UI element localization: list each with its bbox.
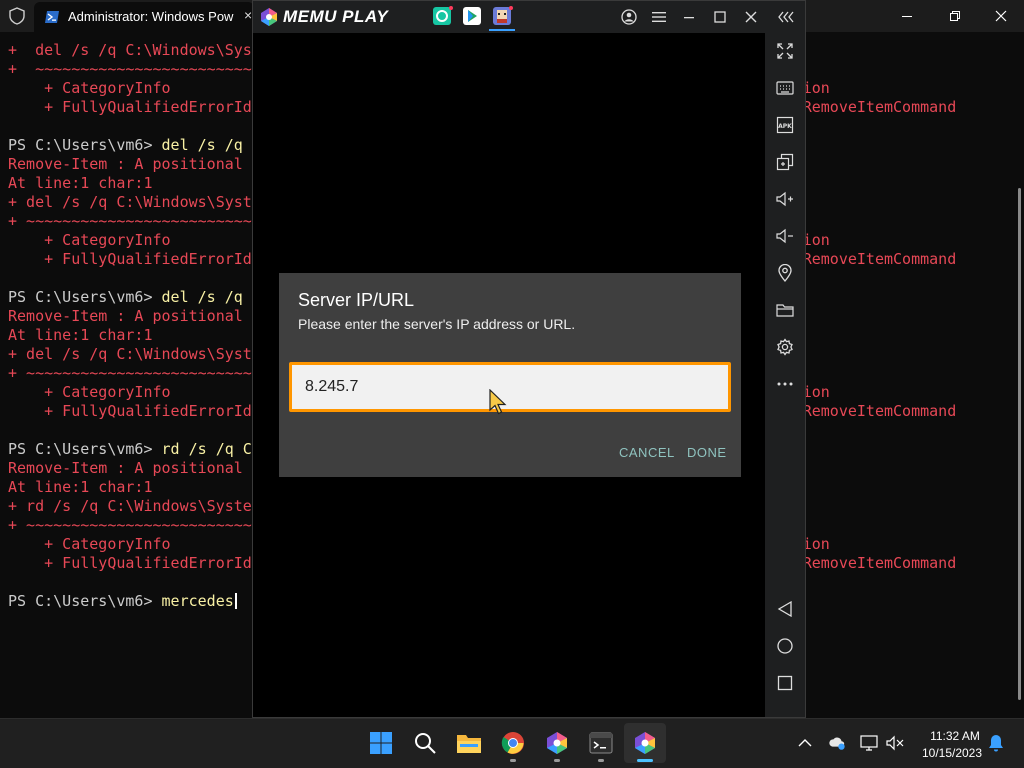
terminal-line: PS C:\Users\vm6> mercedes [8,592,237,611]
clock-time[interactable]: 11:32 AM [920,729,990,743]
chevron-up-icon[interactable] [796,734,814,752]
shield-icon [8,7,26,25]
display-icon[interactable] [860,734,878,752]
terminal-icon[interactable] [588,730,614,756]
volume-up-icon[interactable] [775,189,795,209]
minimize-icon[interactable] [679,7,699,27]
memu-app-icon[interactable] [433,7,451,25]
search-icon[interactable] [412,730,438,756]
weather-network-icon[interactable] [828,734,846,752]
back-icon[interactable] [775,599,795,619]
more-icon[interactable] [775,374,795,394]
terminal-tab[interactable]: Administrator: Windows PowerShell × [34,2,254,32]
dialog-title: Server IP/URL [298,290,415,310]
volume-muted-icon[interactable] [886,734,904,752]
running-indicator [598,759,604,762]
terminal-line: At line:1 char:1 [8,174,153,192]
memu-titlebar: MEMU PLAY [253,1,805,33]
terminal-restore-button[interactable] [932,4,978,28]
folder-icon[interactable] [775,300,795,320]
close-icon[interactable] [741,7,761,27]
powershell-icon [44,10,60,24]
keyboard-icon[interactable] [775,78,795,98]
recents-icon[interactable] [775,673,795,693]
prompt-text: PS C:\Users\vm6> [8,592,153,610]
memu-logo-icon [259,7,279,27]
server-dialog: Server IP/URL Please enter the server's … [279,273,741,477]
mouse-pointer-icon [488,388,508,417]
terminal-tab-title: Administrator: Windows PowerShell [68,9,234,24]
memu-brand: MEMU PLAY [283,7,389,26]
memu-window: MEMU PLAY Server IP/URL Please enter the… [252,0,806,718]
running-indicator [510,759,516,762]
svg-text:APK: APK [778,123,792,130]
dialog-message: Please enter the server's IP address or … [298,316,576,332]
text-cursor [234,593,237,609]
maximize-icon[interactable] [710,7,730,27]
terminal-close-button[interactable] [978,4,1024,28]
start-icon[interactable] [368,730,394,756]
file-explorer-icon[interactable] [456,730,482,756]
android-screen[interactable]: Server IP/URL Please enter the server's … [253,33,765,717]
cancel-button[interactable]: CANCEL [619,445,675,460]
terminal-minimize-button[interactable] [884,4,930,28]
command-text: mercedes [152,592,234,610]
running-indicator [554,759,560,762]
tab-close-icon[interactable]: × [244,7,252,23]
memu-game-icon[interactable] [493,7,511,25]
notification-bell-icon[interactable] [987,734,1005,752]
server-address-input[interactable]: 8.245.7 [289,362,731,412]
notification-dot [449,6,453,10]
active-app-indicator [489,29,515,31]
terminal-line: + rd /s /q C:\Windows\System32\ [8,497,288,515]
terminal-scrollbar[interactable] [1018,188,1021,700]
fullscreen-icon[interactable] [775,41,795,61]
active-indicator [637,759,653,762]
memu-multi-icon[interactable] [544,730,570,756]
menu-icon[interactable] [649,7,669,27]
prompt-text: PS C:\Users\vm6> [8,136,153,154]
memu-play-icon[interactable] [632,730,658,756]
prompt-text: PS C:\Users\vm6> [8,440,153,458]
volume-down-icon[interactable] [775,226,795,246]
home-icon[interactable] [775,636,795,656]
location-icon[interactable] [775,263,795,283]
play-store-icon[interactable] [463,7,481,25]
apk-icon[interactable]: APK [775,115,795,135]
terminal-line: At line:1 char:1 [8,326,153,344]
taskbar: 11:32 AM 10/15/2023 [0,718,1024,768]
notification-dot [509,6,513,10]
clock-date[interactable]: 10/15/2023 [914,746,990,760]
memu-sidebar: APK [765,33,805,717]
collapse-sidebar-icon[interactable] [777,7,797,27]
multi-instance-icon[interactable] [775,152,795,172]
done-button[interactable]: DONE [687,445,727,460]
prompt-text: PS C:\Users\vm6> [8,288,153,306]
account-icon[interactable] [619,7,639,27]
chrome-icon[interactable] [500,730,526,756]
terminal-line: At line:1 char:1 [8,478,153,496]
settings-icon[interactable] [775,337,795,357]
